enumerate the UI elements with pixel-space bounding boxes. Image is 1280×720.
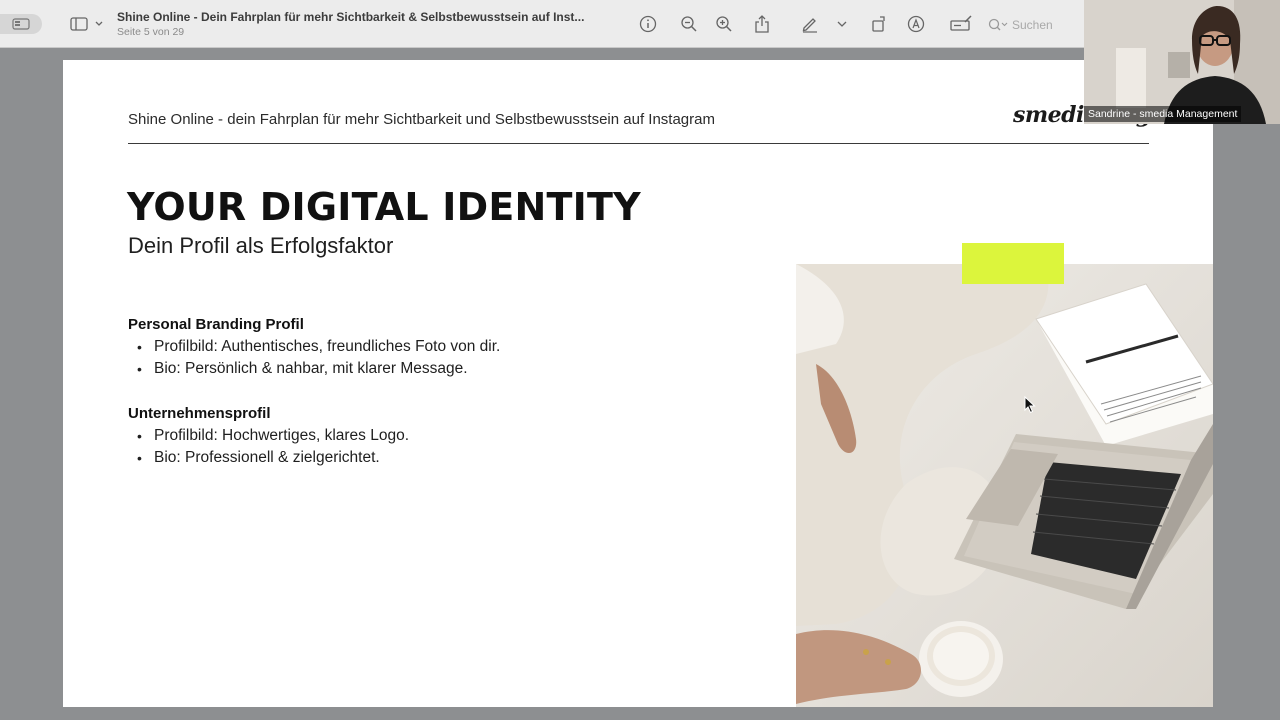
bullet-text: Bio: Persönlich & nahbar, mit klarer Mes… — [154, 360, 468, 377]
pdf-toolbar: Shine Online - Dein Fahrplan für mehr Si… — [0, 0, 1084, 48]
rotate-button[interactable] — [869, 14, 889, 34]
zoom-in-button[interactable] — [714, 14, 734, 34]
rotate-icon — [872, 16, 885, 32]
document-title: Shine Online - Dein Fahrplan für mehr Si… — [117, 10, 585, 24]
list-item: • Profilbild: Hochwertiges, klares Logo. — [137, 425, 409, 447]
list-item: • Bio: Professionell & zielgerichtet. — [137, 447, 409, 469]
sidebar-icon — [70, 17, 103, 31]
company-profile-list: • Profilbild: Hochwertiges, klares Logo. … — [137, 425, 409, 469]
slide-header-text: Shine Online - dein Fahrplan für mehr Si… — [128, 111, 715, 128]
share-button[interactable] — [752, 13, 772, 35]
search-placeholder: Suchen — [1012, 18, 1053, 32]
zoom-out-button[interactable] — [679, 14, 699, 34]
mouse-cursor-icon — [1024, 396, 1036, 414]
markup-menu-button[interactable] — [836, 16, 848, 32]
form-fill-button[interactable] — [948, 14, 974, 34]
window-switcher-button[interactable] — [0, 14, 42, 34]
info-button[interactable] — [638, 14, 658, 34]
zoom-in-icon — [716, 16, 732, 32]
participant-name-label: Sandrine - smedia Management — [1084, 106, 1242, 122]
accent-highlight-box — [962, 243, 1064, 284]
document-title-block: Shine Online - Dein Fahrplan für mehr Si… — [117, 10, 617, 38]
search-field[interactable]: Suchen — [988, 14, 1080, 36]
annotate-button[interactable] — [906, 14, 926, 34]
laptop-photo — [796, 264, 1213, 707]
personal-branding-list: • Profilbild: Authentisches, freundliches… — [137, 336, 500, 380]
search-icon — [988, 18, 1008, 31]
participant-video-tile[interactable]: Sandrine - smedia Management — [1084, 0, 1280, 124]
bullet-text: Profilbild: Hochwertiges, klares Logo. — [154, 427, 410, 444]
share-icon — [755, 15, 769, 33]
section-title-company-profile: Unternehmensprofil — [128, 405, 271, 422]
markup-button[interactable] — [800, 14, 820, 34]
form-fill-icon — [950, 15, 972, 31]
annotate-icon — [907, 15, 925, 33]
section-title-personal-branding: Personal Branding Profil — [128, 316, 304, 333]
markup-pen-icon — [802, 18, 817, 33]
pdf-page: Shine Online - dein Fahrplan für mehr Si… — [63, 60, 1213, 707]
page-indicator: Seite 5 von 29 — [117, 26, 185, 38]
list-item: • Profilbild: Authentisches, freundliches… — [137, 336, 500, 358]
slide-subheading: Dein Profil als Erfolgsfaktor — [128, 233, 394, 258]
sidebar-toggle-button[interactable] — [66, 14, 106, 34]
info-icon — [639, 15, 657, 33]
chevron-down-icon — [837, 21, 847, 27]
list-item: • Bio: Persönlich & nahbar, mit klarer Me… — [137, 358, 500, 380]
header-divider — [128, 143, 1149, 144]
bullet-text: Profilbild: Authentisches, freundliches … — [154, 338, 501, 355]
zoom-out-icon — [681, 16, 697, 32]
window-icon — [12, 18, 30, 30]
slide-heading: YOUR DIGITAL IDENTITY — [127, 185, 641, 229]
bullet-text: Bio: Professionell & zielgerichtet. — [154, 449, 380, 466]
